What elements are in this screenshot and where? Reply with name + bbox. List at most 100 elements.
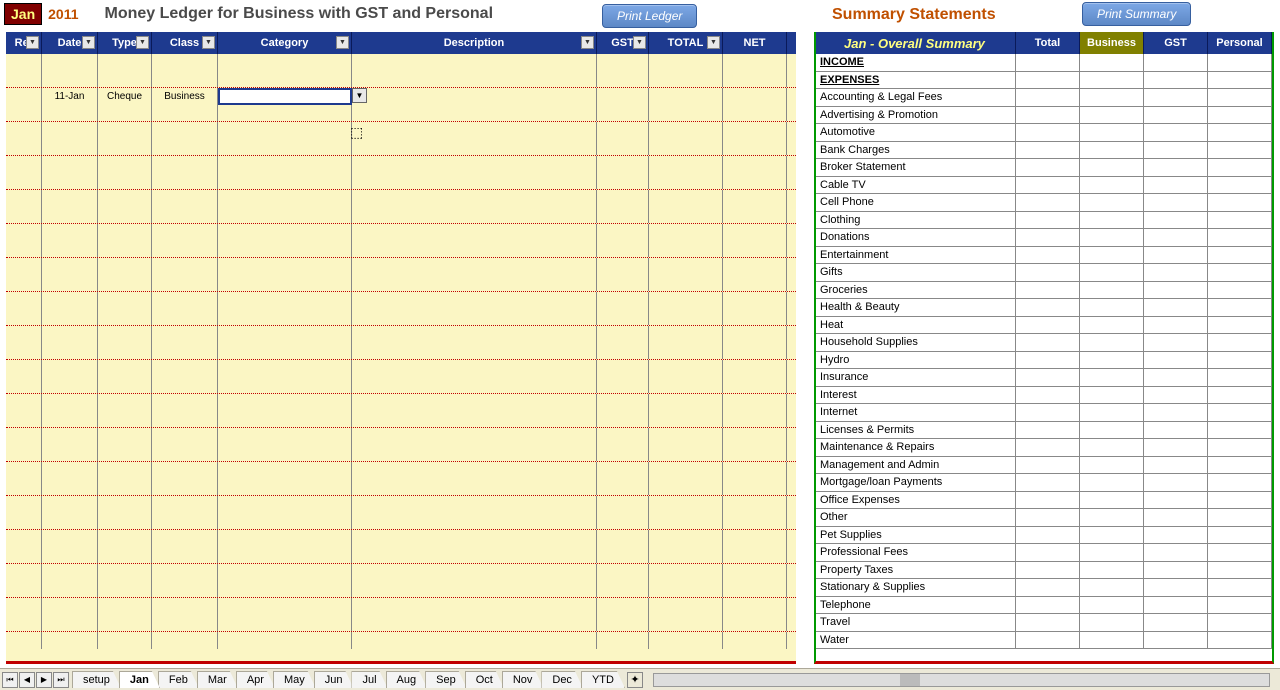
summary-value-cell[interactable] — [1208, 439, 1272, 456]
summary-value-cell[interactable] — [1016, 492, 1080, 509]
ledger-cell[interactable] — [352, 479, 597, 495]
ledger-cell[interactable] — [6, 122, 42, 139]
ledger-cell[interactable] — [6, 88, 42, 105]
ledger-cell[interactable] — [152, 547, 218, 563]
ledger-cell[interactable] — [42, 632, 98, 649]
ledger-cell[interactable] — [152, 309, 218, 325]
sheet-tab-jul[interactable]: Jul — [351, 671, 387, 688]
ledger-cell[interactable] — [723, 377, 787, 393]
ledger-cell[interactable] — [42, 292, 98, 309]
summary-value-cell[interactable] — [1208, 229, 1272, 246]
ledger-cell[interactable] — [98, 54, 152, 71]
ledger-cell[interactable] — [597, 445, 649, 461]
ledger-cell[interactable] — [723, 275, 787, 291]
ledger-cell[interactable] — [597, 309, 649, 325]
ledger-cell[interactable] — [597, 241, 649, 257]
tab-nav-first[interactable]: ⏮ — [2, 672, 18, 688]
ledger-row[interactable] — [6, 224, 796, 241]
ledger-cell[interactable] — [597, 88, 649, 105]
summary-value-cell[interactable] — [1016, 474, 1080, 491]
ledger-cell[interactable] — [218, 547, 352, 563]
ledger-cell[interactable] — [152, 377, 218, 393]
ledger-cell[interactable] — [352, 275, 597, 291]
ledger-row[interactable] — [6, 530, 796, 547]
ledger-cell[interactable] — [723, 105, 787, 121]
summary-value-cell[interactable] — [1208, 457, 1272, 474]
ledger-cell[interactable] — [352, 71, 597, 87]
ledger-cell[interactable] — [352, 326, 597, 343]
ledger-cell[interactable] — [98, 564, 152, 581]
ledger-cell[interactable] — [6, 632, 42, 649]
summary-value-cell[interactable] — [1144, 509, 1208, 526]
ledger-cell[interactable] — [42, 530, 98, 547]
horizontal-scrollbar[interactable] — [653, 673, 1270, 687]
ledger-cell[interactable] — [152, 581, 218, 597]
ledger-body[interactable]: ⬚ 11-JanChequeBusiness▼ — [6, 54, 796, 661]
ledger-cell[interactable] — [98, 360, 152, 377]
ledger-cell[interactable] — [352, 632, 597, 649]
ledger-cell[interactable] — [6, 513, 42, 529]
ledger-cell[interactable] — [723, 343, 787, 359]
summary-value-cell[interactable] — [1016, 457, 1080, 474]
filter-dropdown-icon[interactable]: ▼ — [26, 36, 39, 49]
ledger-cell[interactable] — [723, 156, 787, 173]
ledger-cell[interactable] — [152, 530, 218, 547]
ledger-row[interactable] — [6, 547, 796, 564]
ledger-cell[interactable] — [6, 445, 42, 461]
summary-value-cell[interactable] — [1208, 89, 1272, 106]
ledger-row[interactable] — [6, 615, 796, 632]
summary-value-cell[interactable] — [1016, 142, 1080, 159]
ledger-row[interactable] — [6, 394, 796, 411]
ledger-cell[interactable] — [152, 632, 218, 649]
summary-value-cell[interactable] — [1016, 229, 1080, 246]
cell-dropdown-icon[interactable]: ▼ — [352, 88, 367, 103]
ledger-cell[interactable] — [649, 615, 723, 631]
ledger-cell[interactable] — [6, 377, 42, 393]
ledger-cell[interactable] — [352, 564, 597, 581]
summary-value-cell[interactable] — [1016, 509, 1080, 526]
summary-value-cell[interactable] — [1208, 544, 1272, 561]
ledger-cell[interactable] — [597, 54, 649, 71]
summary-value-cell[interactable] — [1208, 107, 1272, 124]
ledger-cell[interactable] — [352, 224, 597, 241]
summary-value-cell[interactable] — [1208, 72, 1272, 89]
ledger-cell[interactable] — [597, 479, 649, 495]
ledger-cell[interactable] — [152, 71, 218, 87]
ledger-cell[interactable] — [42, 105, 98, 121]
tab-nav-prev[interactable]: ◀ — [19, 672, 35, 688]
ledger-cell[interactable] — [723, 190, 787, 207]
new-sheet-icon[interactable]: ✦ — [627, 672, 643, 688]
ledger-cell[interactable] — [218, 309, 352, 325]
ledger-cell[interactable] — [649, 445, 723, 461]
ledger-cell[interactable] — [649, 360, 723, 377]
summary-value-cell[interactable] — [1080, 299, 1144, 316]
ledger-row[interactable] — [6, 326, 796, 343]
ledger-cell[interactable] — [597, 122, 649, 139]
ledger-cell[interactable] — [6, 71, 42, 87]
summary-value-cell[interactable] — [1016, 317, 1080, 334]
ledger-cell[interactable] — [6, 309, 42, 325]
ledger-row[interactable] — [6, 632, 796, 649]
summary-value-cell[interactable] — [1144, 404, 1208, 421]
summary-value-cell[interactable] — [1016, 527, 1080, 544]
summary-value-cell[interactable] — [1144, 632, 1208, 649]
summary-value-cell[interactable] — [1016, 124, 1080, 141]
ledger-cell[interactable] — [152, 462, 218, 479]
ledger-cell[interactable] — [352, 241, 597, 257]
ledger-cell[interactable] — [6, 496, 42, 513]
ledger-cell[interactable] — [597, 462, 649, 479]
ledger-cell[interactable] — [218, 496, 352, 513]
summary-value-cell[interactable] — [1080, 439, 1144, 456]
ledger-cell[interactable] — [649, 632, 723, 649]
ledger-cell[interactable] — [649, 207, 723, 223]
ledger-cell[interactable] — [152, 207, 218, 223]
ledger-cell[interactable] — [6, 411, 42, 427]
ledger-cell[interactable] — [98, 615, 152, 631]
ledger-cell[interactable] — [649, 54, 723, 71]
ledger-cell[interactable] — [649, 275, 723, 291]
filter-dropdown-icon[interactable]: ▼ — [336, 36, 349, 49]
ledger-cell[interactable] — [98, 530, 152, 547]
summary-value-cell[interactable] — [1208, 579, 1272, 596]
summary-value-cell[interactable] — [1144, 212, 1208, 229]
print-ledger-button[interactable]: Print Ledger — [602, 4, 697, 28]
